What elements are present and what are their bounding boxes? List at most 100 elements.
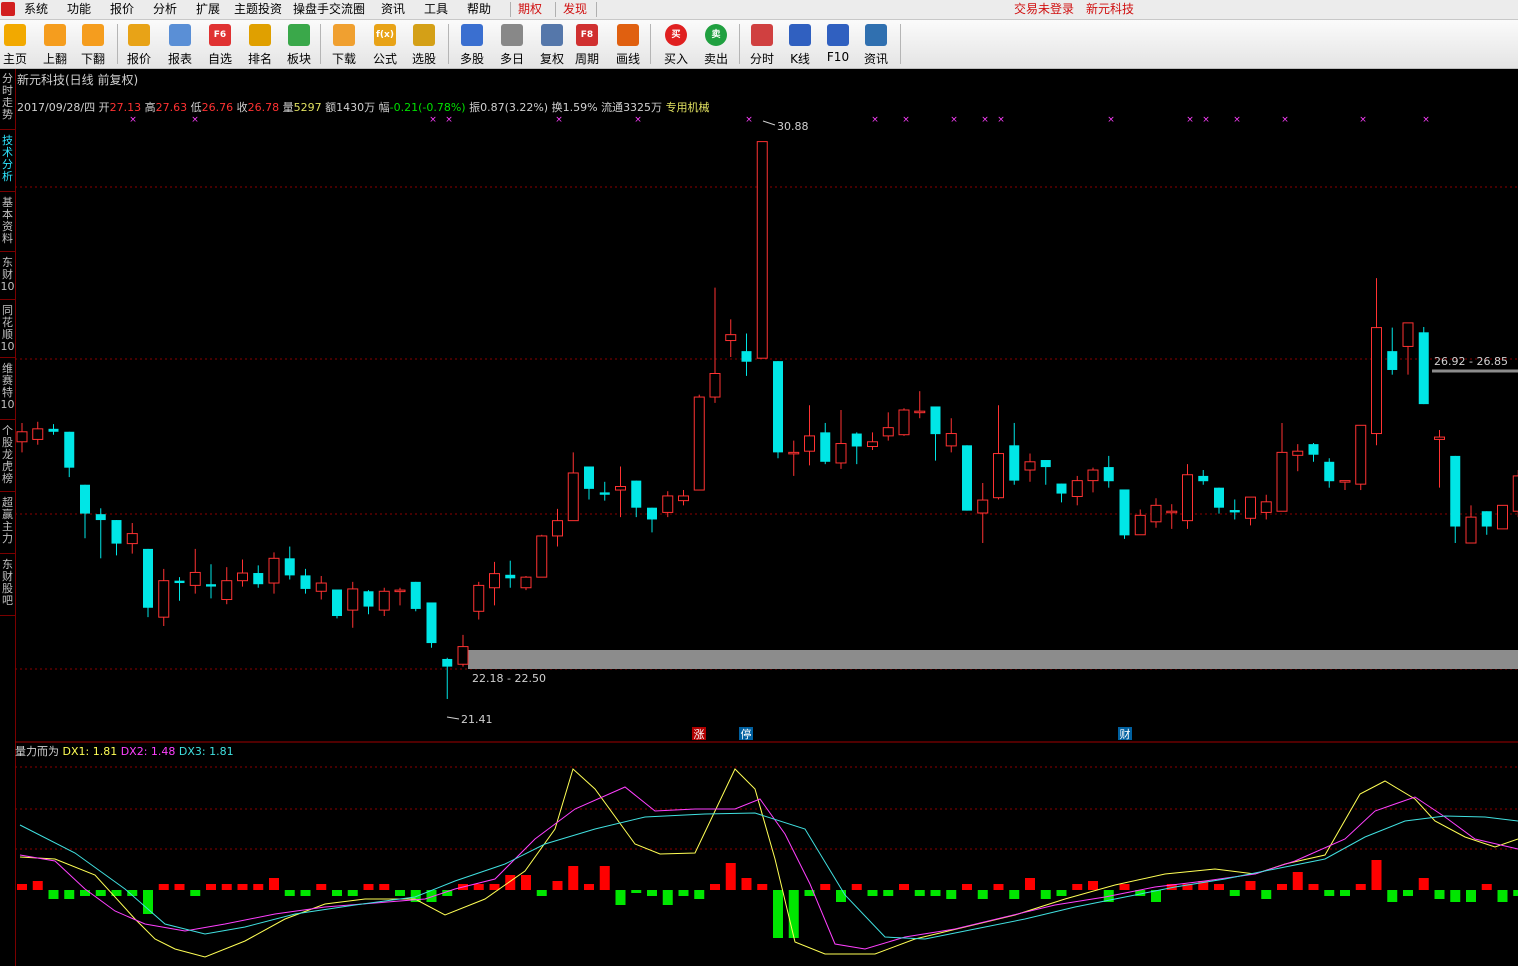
toolbar-button-download[interactable]: 下载 [329,22,359,66]
toolbar-button-formula[interactable]: f(x) 公式 [370,22,400,66]
formula-icon: f(x) [374,24,396,46]
toolbar-button-multi-day[interactable]: 多日 [497,22,527,66]
candle-body-down [1450,455,1461,527]
kline-chart-panel[interactable]: × × × × × × × × × × × × × × × × × × × 30.88 21.41 22.18 - 22.… [15,69,1518,966]
dx2-line [19,786,1518,950]
toolbar-button-kline[interactable]: K线 [785,22,815,66]
toolbar-button-f8[interactable]: F8 周期 [572,22,602,66]
side-tab-3[interactable]: 东财10 [0,257,15,300]
toolbar-button-price[interactable]: 报价 [124,22,154,66]
change-value: -0.21(-0.78%) [389,101,466,114]
signal-marker: × [981,115,989,125]
menu-discover[interactable]: 发现 [563,1,587,18]
menu-function[interactable]: 功能 [67,1,91,18]
candle-body-down [1387,351,1398,370]
candle-body-up [662,495,674,513]
indicator-bar-up [379,884,390,890]
indicator-name: 量力而为 [15,745,59,758]
app-logo-icon [1,2,15,16]
menu-system[interactable]: 系统 [24,1,48,18]
toolbar-button-multi-stock[interactable]: 多股 [457,22,487,66]
candle-body-down [647,507,657,520]
indicator-bar-up [1245,881,1256,890]
candle-body-down [48,428,59,432]
candle-body-up [1434,436,1445,440]
candle-body-up [1497,504,1508,530]
toolbar-button-intraday[interactable]: 分时 [747,22,777,66]
rank-icon [249,24,271,46]
f6-icon: F6 [209,24,231,46]
toolbar-button-label: F10 [826,50,850,64]
candle-body-up [378,590,390,611]
side-tab-1[interactable]: 技术分析 [0,135,15,192]
menu-help[interactable]: 帮助 [467,1,491,18]
indicator-bar-up [521,875,531,890]
buy-icon: 买 [665,24,687,46]
side-tab-7[interactable]: 超赢主力 [0,497,15,554]
event-halt-badge: 停 [741,727,752,741]
candle-body-up [977,499,989,514]
menu-tools[interactable]: 工具 [424,1,448,18]
menu-quote[interactable]: 报价 [110,1,134,18]
menu-extend[interactable]: 扩展 [196,1,220,18]
toolbar-button-arrow-down[interactable]: 下翻 [78,22,108,66]
amplitude-value: 0.87(3.22%) [480,101,549,114]
indicator-bar-down [284,890,295,896]
indicator-bar-up [1308,884,1319,890]
menu-theme-invest[interactable]: 主题投资 [234,1,282,18]
toolbar-button-rank[interactable]: 排名 [245,22,275,66]
menu-trader-circle[interactable]: 操盘手交流圈 [293,1,365,18]
login-status[interactable]: 交易未登录 [1014,1,1074,18]
indicator-bar-down [48,890,59,899]
toolbar-button-news[interactable]: 资讯 [861,22,891,66]
toolbar-button-restore-right[interactable]: 复权 [537,22,567,66]
volume-value: 5297 [293,101,322,114]
candle-body-up [1339,480,1351,483]
indicator-bar-up [1119,884,1130,890]
intraday-icon [751,24,773,46]
menu-news[interactable]: 资讯 [381,1,405,18]
toolbar-button-sell[interactable]: 卖卖出 [701,22,731,66]
toolbar-button-sector[interactable]: 板块 [284,22,314,66]
arrow-up-icon [44,24,66,46]
indicator-bar-down [300,890,311,896]
candle-body-up [898,409,910,436]
indicator-bar-up [710,884,720,890]
toolbar-button-report[interactable]: 报表 [165,22,195,66]
toolbar-button-draw-line[interactable]: 画线 [613,22,643,66]
candle-body-up [394,589,406,593]
event-financial-badge: 财 [1120,727,1131,741]
side-tab-4[interactable]: 同花顺10 [0,305,15,358]
menu-analysis[interactable]: 分析 [153,1,177,18]
indicator-bar-down [977,890,988,899]
toolbar-button-arrow-up[interactable]: 上翻 [40,22,70,66]
side-tab-8[interactable]: 东财股吧 [0,559,15,616]
toolbar-button-buy[interactable]: 买买入 [661,22,691,66]
candle-body-up [347,588,359,611]
indicator-bar-up [757,884,768,890]
candle-body-up [552,520,563,537]
side-tab-6[interactable]: 个股龙虎榜 [0,425,15,492]
candle-body-up [725,334,737,342]
menu-options[interactable]: 期权 [518,1,542,18]
toolbar-button-f6[interactable]: F6 自选 [205,22,235,66]
candle-body-up [693,396,705,491]
toolbar-button-f10[interactable]: F10 [823,22,853,66]
open-label: 开 [98,101,110,114]
toolbar-button-pick-stock[interactable]: 选股 [409,22,439,66]
dx2-legend: DX2: 1.48 [120,745,176,758]
toolbar-button-label: 报表 [167,52,192,66]
toolbar-button-home[interactable]: 主页 [0,22,30,66]
change-label: 幅 [378,101,390,114]
signal-marker: × [1233,115,1241,125]
indicator-bar-up [851,884,862,890]
side-tab-0[interactable]: 分时走势 [0,73,15,130]
float-label: 流通 [601,101,624,114]
indicator-bar-up [725,863,736,890]
indicator-bar-down [332,890,342,896]
side-tab-5[interactable]: 维赛特10 [0,363,15,420]
indicator-bar-up [32,881,43,890]
toolbar-button-label: 公式 [372,52,397,66]
side-tab-2[interactable]: 基本资料 [0,197,15,252]
candle-body-up [882,427,894,437]
